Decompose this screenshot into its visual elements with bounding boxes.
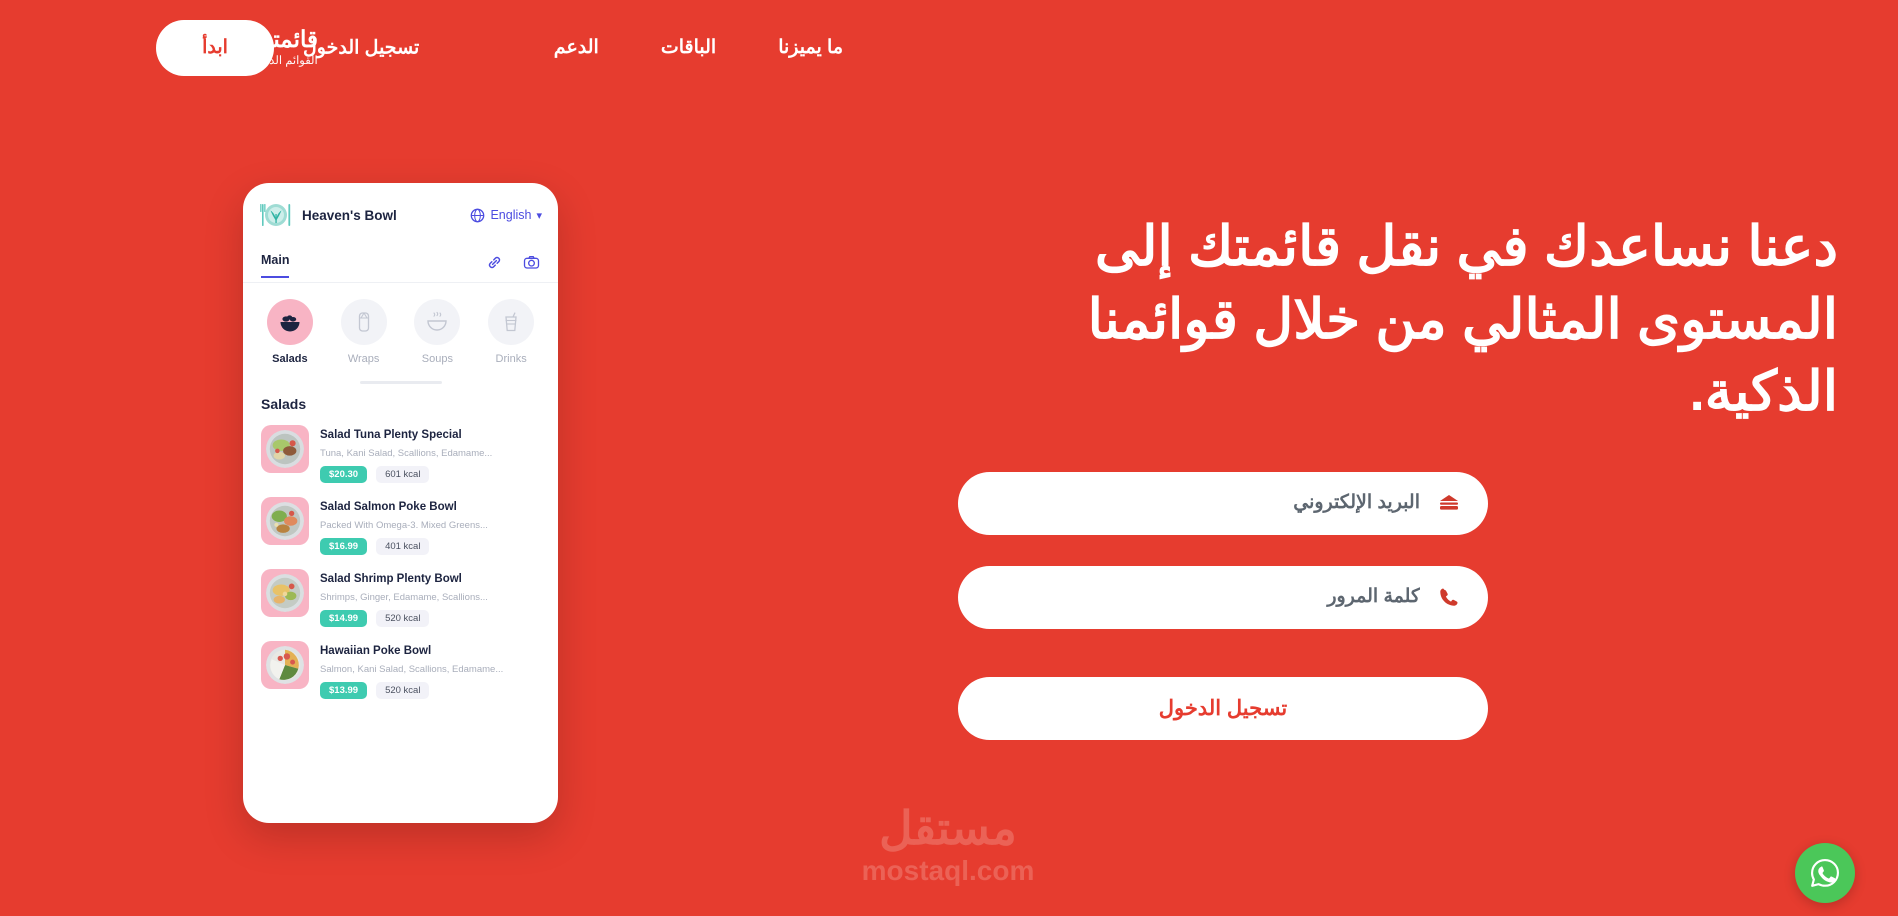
calorie-badge: 520 kcal <box>376 682 430 699</box>
category-wraps[interactable]: Wraps <box>333 299 395 365</box>
hawaiian-poke-photo <box>266 646 304 684</box>
start-button[interactable]: ابدأ <box>156 19 274 76</box>
menu-item[interactable]: Hawaiian Poke Bowl Salmon, Kani Salad, S… <box>243 634 558 706</box>
menu-item-body: Salad Tuna Plenty Special Tuna, Kani Sal… <box>320 425 540 483</box>
menu-item-description: Salmon, Kani Salad, Scallions, Edamame..… <box>320 664 504 675</box>
soup-bowl-icon-svg <box>427 311 448 331</box>
phone-mockup: Heaven's Bowl English ▾ Main Salads Wrap… <box>243 183 558 823</box>
price-badge: $13.99 <box>320 682 368 699</box>
menu-section-title: Salads <box>261 396 307 412</box>
phone-header: Heaven's Bowl English ▾ <box>243 183 558 243</box>
category-label: Drinks <box>495 353 527 365</box>
menu-item[interactable]: Salad Salmon Poke Bowl Packed With Omega… <box>243 490 558 562</box>
menu-item-badges: $14.99 520 kcal <box>320 610 540 627</box>
email-input[interactable] <box>984 492 1420 515</box>
scroll-indicator <box>243 381 558 384</box>
watermark-latin: mostaql.com <box>861 855 1035 886</box>
menu-item-thumbnail <box>261 641 309 689</box>
language-selector[interactable]: English ▾ <box>470 208 542 223</box>
tuna-salad-photo <box>266 430 304 468</box>
price-badge: $14.99 <box>320 610 368 627</box>
menu-item-badges: $13.99 520 kcal <box>320 682 540 699</box>
category-soups[interactable]: Soups <box>406 299 468 365</box>
drink-cup-icon-svg <box>505 312 517 332</box>
calorie-badge: 401 kcal <box>376 538 430 555</box>
menu-item-description: Packed With Omega-3. Mixed Greens... <box>320 520 488 531</box>
password-input[interactable] <box>984 586 1420 609</box>
mostaql-watermark: مستقل mostaql.com <box>828 805 1068 887</box>
nav-login-link[interactable]: تسجيل الدخول <box>303 36 419 59</box>
salmon-poke-photo <box>266 502 304 540</box>
menu-item-body: Salad Shrimp Plenty Bowl Shrimps, Ginger… <box>320 569 540 627</box>
nav-link-packages[interactable]: الباقات <box>661 36 716 59</box>
password-field-wrapper[interactable] <box>958 565 1488 629</box>
hero-headline: دعنا نساعدك في نقل قائمتك إلى المستوى ال… <box>1087 215 1838 423</box>
tab-main[interactable]: Main <box>261 253 290 278</box>
fork-plate-knife-icon <box>260 204 291 226</box>
menu-item-description: Tuna, Kani Salad, Scallions, Edamame... <box>320 448 493 459</box>
category-list: Salads Wraps Soups Drinks <box>243 283 558 371</box>
menu-item-name: Salad Tuna Plenty Special <box>320 429 462 441</box>
menu-item-name: Hawaiian Poke Bowl <box>320 645 432 657</box>
category-drinks[interactable]: Drinks <box>480 299 542 365</box>
drink-cup-icon <box>488 299 535 345</box>
category-salads[interactable]: Salads <box>259 299 321 365</box>
menu-item-thumbnail <box>261 569 309 617</box>
main-nav: ما يميزنا الباقات الدعم <box>554 0 843 95</box>
globe-icon <box>471 208 485 222</box>
envelope-icon-svg <box>1440 495 1458 510</box>
phone-icon-svg <box>1440 588 1458 606</box>
phone-tab-actions <box>486 254 540 277</box>
email-field-wrapper[interactable] <box>958 471 1488 535</box>
wrap-icon-svg <box>358 312 369 332</box>
camera-icon[interactable] <box>523 254 540 271</box>
menu-item-badges: $16.99 401 kcal <box>320 538 540 555</box>
envelope-icon <box>1436 490 1462 516</box>
price-badge: $20.30 <box>320 466 368 483</box>
menu-item-thumbnail <box>261 425 309 473</box>
restaurant-name: Heaven's Bowl <box>302 207 397 223</box>
price-badge: $16.99 <box>320 538 368 555</box>
watermark-arabic: مستقل <box>879 802 1017 854</box>
salad-bowl-icon-svg <box>280 315 300 332</box>
chevron-down-icon: ▾ <box>536 209 542 222</box>
menu-item-badges: $20.30 601 kcal <box>320 466 540 483</box>
menu-item-name: Salad Shrimp Plenty Bowl <box>320 573 462 585</box>
shrimp-salad-photo <box>266 574 304 612</box>
hero-section: دعنا نساعدك في نقل قائمتك إلى المستوى ال… <box>958 210 1838 740</box>
menu-item-description: Shrimps, Ginger, Edamame, Scallions... <box>320 592 488 603</box>
whatsapp-icon <box>1810 858 1840 887</box>
whatsapp-float-button[interactable] <box>1795 843 1855 903</box>
calorie-badge: 520 kcal <box>376 610 430 627</box>
link-icon[interactable] <box>486 254 503 271</box>
category-label: Salads <box>272 353 308 365</box>
nav-link-features[interactable]: ما يميزنا <box>778 36 843 59</box>
menu-item-name: Salad Salmon Poke Bowl <box>320 501 457 513</box>
phone-icon <box>1436 584 1462 610</box>
menu-item[interactable]: Salad Shrimp Plenty Bowl Shrimps, Ginger… <box>243 562 558 634</box>
language-label: English <box>490 208 532 222</box>
calorie-badge: 601 kcal <box>376 466 430 483</box>
category-label: Wraps <box>347 353 380 365</box>
menu-item-thumbnail <box>261 497 309 545</box>
login-submit-button[interactable]: تسجيل الدخول <box>958 676 1488 740</box>
login-form: تسجيل الدخول <box>958 471 1488 740</box>
nav-link-support[interactable]: الدعم <box>554 36 599 59</box>
wrap-icon <box>340 299 387 345</box>
soup-bowl-icon <box>414 299 461 345</box>
top-navbar: قائمتي القوائم الذكية ما يميزنا الباقات … <box>0 0 1898 95</box>
restaurant-logo-icon <box>259 200 293 230</box>
menu-item[interactable]: Salad Tuna Plenty Special Tuna, Kani Sal… <box>243 418 558 490</box>
category-label: Soups <box>421 353 453 365</box>
menu-item-body: Salad Salmon Poke Bowl Packed With Omega… <box>320 497 540 555</box>
phone-tab-bar: Main <box>243 243 558 283</box>
salad-bowl-icon <box>266 299 313 345</box>
menu-item-body: Hawaiian Poke Bowl Salmon, Kani Salad, S… <box>320 641 540 699</box>
